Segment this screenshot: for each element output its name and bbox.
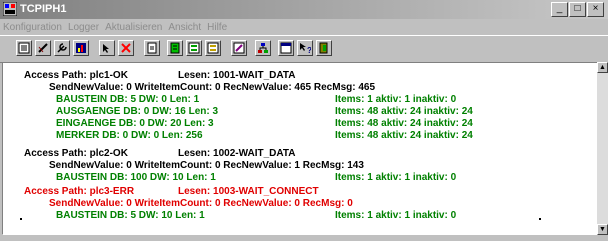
window-title: TCPIPH1 <box>20 3 67 15</box>
send-stats: SendNewValue: 0 WriteItemCount: 0 RecNew… <box>49 198 353 209</box>
item-count-stats: Items: 48 aktiv: 24 inaktiv: 24 <box>335 118 473 129</box>
window-icon[interactable] <box>278 40 294 56</box>
text-artifact-dot <box>20 218 22 220</box>
edit-icon[interactable] <box>231 40 247 56</box>
cursor-icon[interactable] <box>99 40 115 56</box>
scroll-up-button[interactable]: ▲ <box>597 62 608 73</box>
menu-logger[interactable]: Logger <box>65 22 102 33</box>
svg-text:?: ? <box>307 46 311 54</box>
menu-bar: Konfiguration Logger Aktualisieren Ansic… <box>0 19 608 35</box>
send-stats: SendNewValue: 0 WriteItemCount: 0 RecNew… <box>49 82 376 93</box>
delete-x-icon[interactable] <box>118 40 134 56</box>
item-name-stats: BAUSTEIN DB: 5 DW: 10 Len: 1 <box>56 210 205 221</box>
access-path-label: Access Path: plc2-OK <box>24 148 128 159</box>
item-count-stats: Items: 1 aktiv: 1 inaktiv: 0 <box>335 172 457 183</box>
item-count-stats: Items: 1 aktiv: 1 inaktiv: 0 <box>335 210 457 221</box>
exit-icon[interactable] <box>316 40 332 56</box>
item-count-stats: Items: 48 aktiv: 24 inaktiv: 24 <box>335 130 473 141</box>
read-status: Lesen: 1003-WAIT_CONNECT <box>178 186 319 197</box>
green-document-icon[interactable] <box>167 40 183 56</box>
menu-aktualisieren[interactable]: Aktualisieren <box>102 22 165 33</box>
item-count-stats: Items: 48 aktiv: 24 inaktiv: 24 <box>335 106 473 117</box>
close-button[interactable]: × <box>587 2 604 17</box>
list-icon[interactable] <box>16 40 32 56</box>
text-artifact-dot <box>539 218 541 220</box>
send-stats: SendNewValue: 0 WriteItemCount: 0 RecNew… <box>49 160 364 171</box>
app-window: TCPIPH1 _ □ × Konfiguration Logger Aktua… <box>0 0 608 241</box>
access-path-label: Access Path: plc3-ERR <box>24 186 135 197</box>
item-name-stats: MERKER DB: 0 DW: 0 Len: 256 <box>56 130 203 141</box>
vertical-scrollbar[interactable]: ▲ ▼ <box>597 62 608 235</box>
read-status: Lesen: 1002-WAIT_DATA <box>178 148 296 159</box>
maximize-button[interactable]: □ <box>569 2 586 17</box>
item-name-stats: EINGAENGE DB: 0 DW: 20 Len: 3 <box>56 118 214 129</box>
window-controls: _ □ × <box>551 2 604 17</box>
scroll-down-button[interactable]: ▼ <box>597 224 608 235</box>
item-count-stats: Items: 1 aktiv: 1 inaktiv: 0 <box>335 94 457 105</box>
wrench-icon[interactable] <box>54 40 70 56</box>
item-name-stats: AUSGAENGE DB: 0 DW: 16 Len: 3 <box>56 106 219 117</box>
app-icon <box>3 2 17 16</box>
pencil-icon[interactable] <box>35 40 51 56</box>
document-icon[interactable] <box>144 40 160 56</box>
title-bar[interactable]: TCPIPH1 _ □ × <box>0 0 608 19</box>
green-list-icon[interactable] <box>186 40 202 56</box>
help-cursor-icon[interactable]: ? <box>297 40 313 56</box>
toolbar: ? <box>0 35 608 63</box>
yellow-list-icon[interactable] <box>205 40 221 56</box>
item-name-stats: BAUSTEIN DB: 5 DW: 0 Len: 1 <box>56 94 200 105</box>
log-view[interactable]: Access Path: plc1-OK Lesen: 1001-WAIT_DA… <box>2 62 598 235</box>
access-path-label: Access Path: plc1-OK <box>24 70 128 81</box>
item-name-stats: BAUSTEIN DB: 100 DW: 10 Len: 1 <box>56 172 216 183</box>
menu-konfiguration[interactable]: Konfiguration <box>0 22 65 33</box>
minimize-button[interactable]: _ <box>551 2 568 17</box>
menu-hilfe[interactable]: Hilfe <box>204 22 230 33</box>
menu-ansicht[interactable]: Ansicht <box>165 22 204 33</box>
read-status: Lesen: 1001-WAIT_DATA <box>178 70 296 81</box>
network-icon[interactable] <box>255 40 271 56</box>
bar-chart-icon[interactable] <box>73 40 89 56</box>
